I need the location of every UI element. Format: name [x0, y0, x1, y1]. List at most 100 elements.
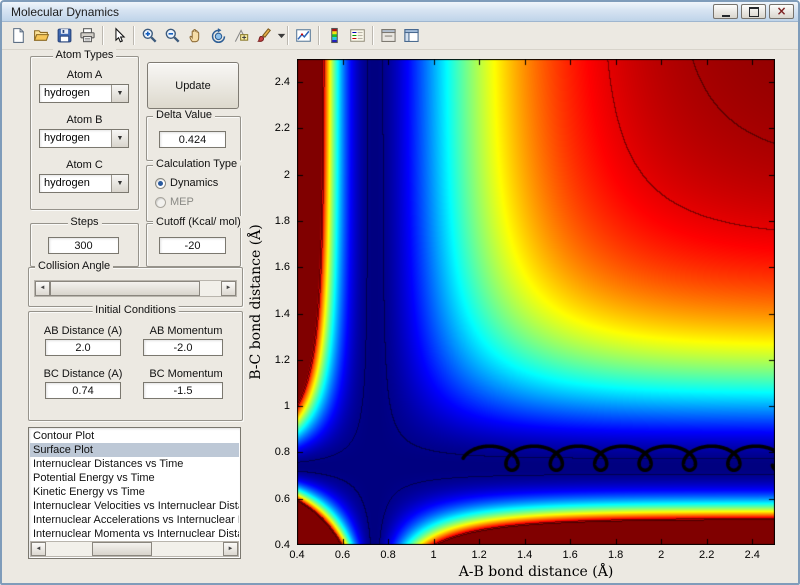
cutoff-title: Cutoff (Kcal/ mol)	[153, 216, 244, 228]
radio-selected-icon	[155, 177, 166, 189]
print-figure-button[interactable]	[76, 24, 99, 47]
initial-conditions-title: Initial Conditions	[92, 304, 179, 316]
insert-colorbar-button[interactable]	[323, 24, 346, 47]
brush-menu-button[interactable]	[272, 24, 286, 47]
scrollbar-thumb[interactable]	[92, 542, 153, 556]
hide-plot-tools-icon	[381, 29, 396, 42]
x-tick-label: 1	[430, 549, 437, 561]
atom-a-dropdown-button[interactable]: ▼	[111, 85, 128, 102]
new-figure-icon	[13, 28, 24, 43]
list-item[interactable]: Contour Plot	[30, 429, 239, 443]
x-axis-label: A-B bond distance (Å)	[458, 564, 614, 580]
list-horizontal-scrollbar[interactable]: ◄ ►	[30, 541, 239, 557]
save-figure-icon	[57, 28, 72, 43]
edit-plot-icon	[115, 27, 126, 43]
plot-area: A-B bond distance (Å) B-C bond distance …	[248, 59, 775, 580]
zoom-in-icon	[142, 28, 157, 43]
atom-b-dropdown-button[interactable]: ▼	[111, 130, 128, 147]
steps-title: Steps	[67, 216, 102, 228]
toolbar-separator	[318, 26, 320, 45]
ab-distance-field[interactable]	[45, 339, 121, 356]
x-tick-label: 1.6	[562, 549, 578, 561]
save-figure-button[interactable]	[53, 24, 76, 47]
bc-momentum-field[interactable]	[143, 382, 223, 399]
slider-right-arrow[interactable]: ►	[221, 281, 236, 296]
radio-dynamics-label: Dynamics	[170, 177, 219, 189]
list-item[interactable]: Internuclear Distances vs Time	[30, 457, 239, 471]
atom-c-dropdown-button[interactable]: ▼	[111, 175, 128, 192]
cutoff-field[interactable]	[159, 237, 226, 254]
collision-angle-slider[interactable]: ◄ ►	[34, 280, 237, 297]
bc-distance-label: BC Distance (A)	[43, 368, 123, 380]
atom-a-value: hydrogen	[44, 87, 90, 99]
ab-distance-label: AB Distance (A)	[43, 325, 123, 337]
collision-angle-panel: Collision Angle ◄ ►	[28, 260, 243, 307]
maximize-button[interactable]	[741, 4, 766, 19]
titlebar[interactable]: Molecular Dynamics ×	[2, 2, 798, 22]
collision-angle-title: Collision Angle	[35, 260, 114, 272]
edit-plot-button[interactable]	[107, 24, 130, 47]
new-figure-button[interactable]	[7, 24, 30, 47]
bc-momentum-label: BC Momentum	[149, 368, 223, 380]
update-button[interactable]: Update	[147, 62, 239, 109]
pan-button[interactable]	[184, 24, 207, 47]
toolbar-separator	[133, 26, 135, 45]
calculation-type-title: Calculation Type	[153, 158, 241, 170]
link-plot-icon	[296, 29, 311, 42]
zoom-in-button[interactable]	[138, 24, 161, 47]
list-item[interactable]: Surface Plot	[30, 443, 239, 457]
maximize-icon	[748, 6, 759, 17]
chevron-down-icon: ▼	[116, 90, 124, 97]
minimize-button[interactable]	[713, 4, 738, 19]
y-tick-label: 0.6	[274, 492, 290, 505]
y-tick-label: 1.6	[274, 261, 290, 274]
open-file-button[interactable]	[30, 24, 53, 47]
close-icon: ×	[776, 4, 787, 18]
zoom-out-button[interactable]	[161, 24, 184, 47]
y-tick-label: 2.4	[274, 76, 290, 89]
x-tick-label: 0.4	[289, 549, 305, 561]
radio-dynamics[interactable]: Dynamics	[155, 177, 218, 189]
list-item[interactable]: Internuclear Accelerations vs Internucle…	[30, 513, 239, 527]
slider-track[interactable]	[50, 281, 221, 296]
list-item[interactable]: Internuclear Momenta vs Internuclear Dis…	[30, 527, 239, 541]
slider-thumb[interactable]	[50, 281, 201, 296]
show-plot-tools-icon	[404, 29, 419, 42]
contour-plot-canvas[interactable]	[297, 59, 775, 545]
cutoff-panel: Cutoff (Kcal/ mol)	[146, 216, 244, 267]
initial-conditions-panel: Initial Conditions AB Distance (A) AB Mo…	[28, 304, 243, 421]
bc-distance-field[interactable]	[45, 382, 121, 399]
ab-momentum-field[interactable]	[143, 339, 223, 356]
toolbar	[2, 22, 798, 50]
scrollbar-right-arrow[interactable]: ►	[223, 542, 238, 556]
atom-c-dropdown[interactable]: hydrogen ▼	[39, 174, 129, 193]
calculation-type-panel: Calculation Type Dynamics MEP	[146, 158, 241, 222]
atom-b-dropdown[interactable]: hydrogen ▼	[39, 129, 129, 148]
scrollbar-track[interactable]	[46, 542, 223, 556]
chevron-down-icon: ▼	[116, 180, 124, 187]
list-item[interactable]: Kinetic Energy vs Time	[30, 485, 239, 499]
insert-legend-button[interactable]	[346, 24, 369, 47]
scrollbar-left-arrow[interactable]: ◄	[31, 542, 46, 556]
atom-c-label: Atom C	[66, 159, 103, 171]
delta-value-field[interactable]	[159, 131, 226, 148]
minimize-icon	[721, 7, 730, 17]
slider-left-arrow[interactable]: ◄	[35, 281, 50, 296]
y-axis-label: B-C bond distance (Å)	[248, 224, 264, 380]
hide-plot-tools-button[interactable]	[377, 24, 400, 47]
atom-a-dropdown[interactable]: hydrogen ▼	[39, 84, 129, 103]
steps-field[interactable]	[48, 237, 119, 254]
y-tick-label: 1.8	[274, 215, 290, 227]
radio-mep[interactable]: MEP	[155, 196, 194, 208]
link-plot-button[interactable]	[292, 24, 315, 47]
data-cursor-button[interactable]	[230, 24, 253, 47]
rotate-3d-button[interactable]	[207, 24, 230, 47]
y-tick-label: 1.2	[274, 353, 290, 366]
close-button[interactable]: ×	[769, 4, 794, 19]
x-tick-label: 1.4	[516, 549, 533, 561]
show-plot-tools-button[interactable]	[400, 24, 423, 47]
atom-a-label: Atom A	[66, 69, 103, 81]
list-item[interactable]: Internuclear Velocities vs Internuclear …	[30, 499, 239, 513]
insert-legend-icon	[350, 29, 365, 42]
list-item[interactable]: Potential Energy vs Time	[30, 471, 239, 485]
